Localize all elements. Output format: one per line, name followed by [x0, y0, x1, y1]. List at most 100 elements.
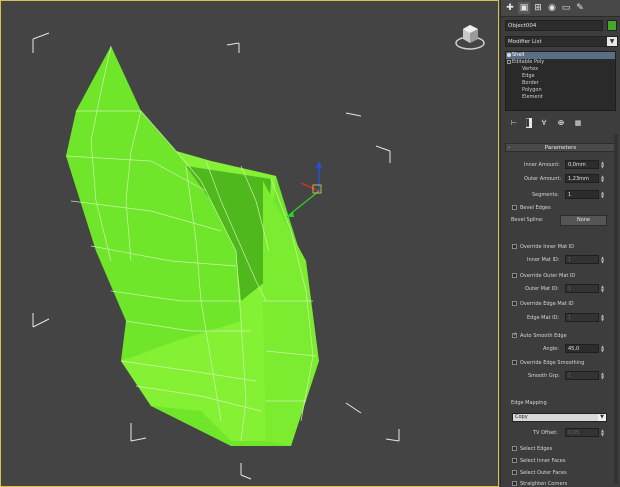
stack-item-shell[interactable]: Shell — [506, 52, 615, 59]
smooth-grp-label: Smooth Grp: — [528, 373, 560, 379]
edge-mapping-label-row: Edge Mapping — [505, 398, 616, 409]
inner-mat-label: Inner Mat ID: — [527, 257, 560, 263]
override-inner-mat-checkbox[interactable] — [512, 244, 517, 249]
segments-row: Segments: 1 ▲ ▼ — [505, 190, 616, 201]
bevel-edges-checkbox[interactable] — [512, 205, 517, 210]
modifier-stack[interactable]: Shell Editable Poly Vertex Edge Border P… — [505, 51, 616, 111]
bevel-spline-button[interactable]: None — [560, 215, 607, 226]
spinner-arrows-icon[interactable]: ▲ ▼ — [601, 429, 607, 437]
tv-offset-label: TV Offset: — [533, 430, 558, 436]
spinner-arrows-icon[interactable]: ▲ ▼ — [601, 285, 607, 293]
modify-tab-icon[interactable]: ▣ — [518, 2, 530, 14]
command-panel-tabs: ✚ ▣ ⊞ ◉ ▭ ✎ — [501, 0, 620, 17]
viewcube-icon[interactable] — [453, 19, 487, 53]
modifier-list-dropdown[interactable]: Modifier List ▼ — [505, 36, 618, 47]
override-inner-mat-row: Override Inner Mat ID — [505, 242, 616, 253]
tv-offset-row: TV Offset: 0,05 ▲ ▼ — [505, 428, 616, 439]
select-outer-faces-row: Select Outer Faces — [505, 468, 616, 479]
shell-object-mesh[interactable] — [65, 45, 319, 446]
spinner-arrows-icon[interactable]: ▲ ▼ — [601, 175, 607, 183]
edge-mat-row: Edge Mat ID: 1 ▲ ▼ — [505, 313, 616, 324]
lightbulb-icon[interactable] — [507, 53, 511, 57]
inner-amount-row: Inner Amount: 0,0mm ▲ ▼ — [505, 160, 616, 171]
motion-tab-icon[interactable]: ◉ — [546, 2, 558, 14]
collapse-icon: - — [508, 145, 510, 151]
chevron-down-icon[interactable]: ▼ — [607, 37, 617, 46]
outer-amount-row: Outer Amount: 1,23mm ▲ ▼ — [505, 174, 616, 185]
object-name-field[interactable]: Object004 — [505, 20, 603, 31]
stack-item-edge[interactable]: Edge — [506, 73, 615, 80]
edge-mat-spinner[interactable]: 1 ▲ ▼ — [565, 313, 604, 322]
select-inner-faces-checkbox[interactable] — [512, 458, 517, 463]
override-inner-mat-label: Override Inner Mat ID — [520, 244, 575, 250]
spinner-arrows-icon[interactable]: ▲ ▼ — [601, 314, 607, 322]
stack-item-vertex[interactable]: Vertex — [506, 66, 615, 73]
outer-mat-spinner[interactable]: 1 ▲ ▼ — [565, 284, 604, 293]
select-outer-faces-label: Select Outer Faces — [520, 470, 567, 476]
segments-spinner[interactable]: 1 ▲ ▼ — [565, 190, 604, 199]
configure-modifier-sets-icon[interactable]: ▦ — [573, 118, 583, 128]
display-tab-icon[interactable]: ▭ — [560, 2, 572, 14]
stack-item-border[interactable]: Border — [506, 80, 615, 87]
pin-stack-icon[interactable]: ⊢ — [509, 118, 519, 128]
auto-smooth-edge-label: Auto Smooth Edge — [520, 333, 567, 339]
inner-mat-spinner[interactable]: 1 ▲ ▼ — [565, 255, 604, 264]
auto-smooth-edge-checkbox[interactable] — [512, 332, 517, 338]
outer-mat-row: Outer Mat ID: 1 ▲ ▼ — [505, 284, 616, 295]
override-edge-smoothing-label: Override Edge Smoothing — [520, 360, 585, 366]
edge-mapping-row: Copy ▼ — [505, 413, 616, 424]
perspective-viewport[interactable] — [0, 0, 499, 487]
override-outer-mat-row: Override Outer Mat ID — [505, 271, 616, 282]
stack-item-polygon[interactable]: Polygon — [506, 87, 615, 94]
smooth-grp-row: Smooth Grp: 1 ▲ ▼ — [505, 371, 616, 382]
hierarchy-tab-icon[interactable]: ⊞ — [532, 2, 544, 14]
auto-smooth-edge-row: Auto Smooth Edge — [505, 331, 616, 342]
override-edge-mat-row: Override Edge Mat ID — [505, 299, 616, 310]
override-edge-smoothing-checkbox[interactable] — [512, 360, 517, 365]
select-outer-faces-checkbox[interactable] — [512, 470, 517, 475]
stack-item-editable-poly[interactable]: Editable Poly — [506, 59, 615, 66]
spinner-arrows-icon[interactable]: ▲ ▼ — [601, 345, 607, 353]
expand-box-icon[interactable] — [507, 60, 511, 64]
edge-mapping-dropdown[interactable]: Copy ▼ — [512, 413, 607, 422]
inner-amount-spinner[interactable]: 0,0mm ▲ ▼ — [565, 160, 604, 169]
override-edge-smoothing-row: Override Edge Smoothing — [505, 358, 616, 369]
spinner-arrows-icon[interactable]: ▲ ▼ — [601, 256, 607, 264]
make-unique-icon[interactable]: ∀ — [539, 118, 549, 128]
inner-amount-label: Inner Amount: — [524, 162, 560, 168]
remove-modifier-icon[interactable]: ⴲ — [556, 118, 566, 128]
override-edge-mat-label: Override Edge Mat ID — [520, 301, 574, 307]
create-tab-icon[interactable]: ✚ — [504, 2, 516, 14]
parameters-rollout-header[interactable]: - Parameters — [505, 143, 616, 152]
override-outer-mat-checkbox[interactable] — [512, 273, 517, 278]
straighten-corners-checkbox[interactable] — [512, 481, 517, 486]
override-edge-mat-checkbox[interactable] — [512, 301, 517, 306]
stack-item-element[interactable]: Element — [506, 94, 615, 101]
spinner-arrows-icon[interactable]: ▲ ▼ — [601, 161, 607, 169]
bevel-edges-row: Bevel Edges — [505, 203, 616, 214]
select-edges-row: Select Edges — [505, 444, 616, 455]
outer-amount-label: Outer Amount: — [524, 176, 562, 182]
outer-amount-spinner[interactable]: 1,23mm ▲ ▼ — [565, 174, 604, 183]
utilities-tab-icon[interactable]: ✎ — [574, 2, 586, 14]
straighten-corners-row: Straighten Corners — [505, 479, 616, 487]
straighten-corners-label: Straighten Corners — [520, 481, 568, 487]
transform-gizmo[interactable] — [286, 161, 322, 217]
object-color-swatch[interactable] — [607, 20, 617, 31]
stack-toolbar: ⊢ ▌ ∀ ⴲ ▦ — [505, 116, 616, 130]
spinner-arrows-icon[interactable]: ▲ ▼ — [601, 191, 607, 199]
edge-mapping-label: Edge Mapping — [511, 400, 547, 406]
tv-offset-spinner[interactable]: 0,05 ▲ ▼ — [565, 428, 604, 437]
spinner-arrows-icon[interactable]: ▲ ▼ — [601, 372, 607, 380]
angle-spinner[interactable]: 45,0 ▲ ▼ — [565, 344, 604, 353]
bevel-spline-row: Bevel Spline: None — [505, 215, 616, 226]
inner-mat-row: Inner Mat ID: 1 ▲ ▼ — [505, 255, 616, 266]
select-inner-faces-label: Select Inner Faces — [520, 458, 566, 464]
rollout-title: Parameters — [544, 145, 577, 151]
smooth-grp-spinner[interactable]: 1 ▲ ▼ — [565, 371, 604, 380]
select-edges-checkbox[interactable] — [512, 446, 517, 451]
chevron-down-icon[interactable]: ▼ — [598, 414, 606, 421]
modifier-list-label: Modifier List — [508, 39, 542, 45]
angle-row: Angle: 45,0 ▲ ▼ — [505, 344, 616, 355]
show-end-result-icon[interactable]: ▌ — [526, 118, 532, 128]
